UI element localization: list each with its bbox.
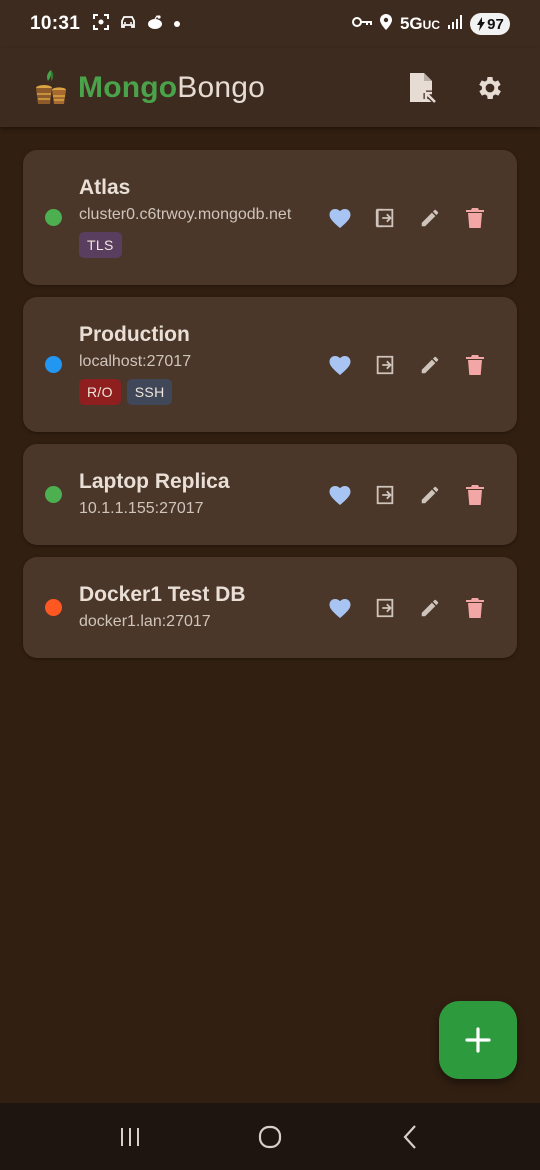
reddit-icon: [146, 14, 164, 35]
status-time: 10:31: [30, 13, 81, 34]
edit-button[interactable]: [418, 483, 442, 507]
connection-card-atlas[interactable]: Atlas cluster0.c6trwoy.mongodb.net TLS: [23, 150, 517, 285]
tag-tls: TLS: [79, 232, 122, 258]
battery-indicator: 97: [470, 13, 510, 35]
recent-apps-icon: [121, 1127, 139, 1146]
add-connection-button[interactable]: [439, 1001, 517, 1079]
edit-button[interactable]: [418, 353, 442, 377]
tag-ssh: SSH: [126, 379, 173, 405]
connection-host: docker1.lan:27017: [79, 613, 211, 630]
system-nav-bar: [0, 1103, 540, 1170]
connection-host: localhost:27017: [79, 353, 192, 370]
heart-icon: [329, 356, 351, 375]
connect-button[interactable]: [373, 353, 397, 377]
status-bar: 10:31 5GUC 97: [0, 0, 540, 48]
connection-host: 10.1.1.155:27017: [79, 500, 204, 517]
connection-name: Production: [79, 323, 190, 346]
trash-icon: [466, 598, 484, 618]
delete-button[interactable]: [463, 353, 487, 377]
connection-list: Atlas cluster0.c6trwoy.mongodb.net TLS P…: [23, 150, 517, 670]
connection-status-dot: [45, 209, 62, 226]
heart-icon: [329, 599, 351, 618]
battery-level: 97: [487, 15, 504, 33]
bongo-drums-logo: [36, 69, 66, 104]
file-import-icon: [410, 72, 437, 104]
delete-button[interactable]: [463, 483, 487, 507]
connect-button[interactable]: [373, 206, 397, 230]
heart-icon: [329, 209, 351, 228]
connect-button[interactable]: [373, 483, 397, 507]
favorite-button[interactable]: [328, 206, 352, 230]
connect-button[interactable]: [373, 596, 397, 620]
login-icon: [376, 485, 394, 505]
pencil-icon: [421, 486, 439, 504]
location-icon: [379, 13, 393, 36]
login-icon: [376, 355, 394, 375]
connection-name: Docker1 Test DB: [79, 583, 246, 606]
connection-status-dot: [45, 486, 62, 503]
connection-tags: TLS: [79, 232, 311, 258]
plus-icon: [465, 1027, 491, 1053]
car-icon: [119, 14, 137, 35]
home-icon: [258, 1125, 282, 1148]
vpn-key-icon: [351, 15, 372, 33]
back-button[interactable]: [390, 1117, 430, 1157]
signal-icon: [447, 14, 463, 35]
heart-icon: [329, 486, 351, 505]
favorite-button[interactable]: [328, 483, 352, 507]
gear-icon: [479, 76, 501, 99]
trash-icon: [466, 208, 484, 228]
favorite-button[interactable]: [328, 596, 352, 620]
screenshot-icon: [92, 13, 110, 36]
connection-host: cluster0.c6trwoy.mongodb.net: [79, 206, 292, 223]
recent-apps-button[interactable]: [110, 1117, 150, 1157]
trash-icon: [466, 355, 484, 375]
pencil-icon: [421, 599, 439, 617]
connection-name: Laptop Replica: [79, 470, 230, 493]
system-status: 5GUC 97: [351, 13, 510, 36]
connection-status-dot: [45, 356, 62, 373]
connection-card-laptop-replica[interactable]: Laptop Replica 10.1.1.155:27017: [23, 444, 517, 545]
charging-icon: [477, 17, 486, 31]
tag-read-only: R/O: [79, 379, 121, 405]
app-title: MongoBongo: [78, 70, 266, 104]
edit-button[interactable]: [418, 206, 442, 230]
network-type: 5GUC: [399, 14, 440, 33]
pencil-icon: [421, 209, 439, 227]
delete-button[interactable]: [463, 596, 487, 620]
app-bar: MongoBongo: [0, 48, 540, 127]
edit-button[interactable]: [418, 596, 442, 620]
connection-name: Atlas: [79, 176, 131, 199]
back-icon: [403, 1124, 416, 1149]
connection-tags: R/O SSH: [79, 379, 311, 405]
home-button[interactable]: [250, 1117, 290, 1157]
pencil-icon: [421, 356, 439, 374]
connection-card-docker1-test-db[interactable]: Docker1 Test DB docker1.lan:27017: [23, 557, 517, 658]
app-screen: 10:31 5GUC 97 MongoBongo Atlas cluster0.…: [0, 0, 540, 1170]
more-notifications-dot-icon: [173, 15, 181, 33]
connection-card-production[interactable]: Production localhost:27017 R/O SSH: [23, 297, 517, 432]
favorite-button[interactable]: [328, 353, 352, 377]
connection-status-dot: [45, 599, 62, 616]
trash-icon: [466, 485, 484, 505]
delete-button[interactable]: [463, 206, 487, 230]
notification-icons: [92, 13, 181, 36]
import-file-button[interactable]: [406, 72, 438, 104]
settings-button[interactable]: [474, 72, 506, 104]
login-icon: [376, 598, 394, 618]
login-icon: [375, 208, 394, 228]
